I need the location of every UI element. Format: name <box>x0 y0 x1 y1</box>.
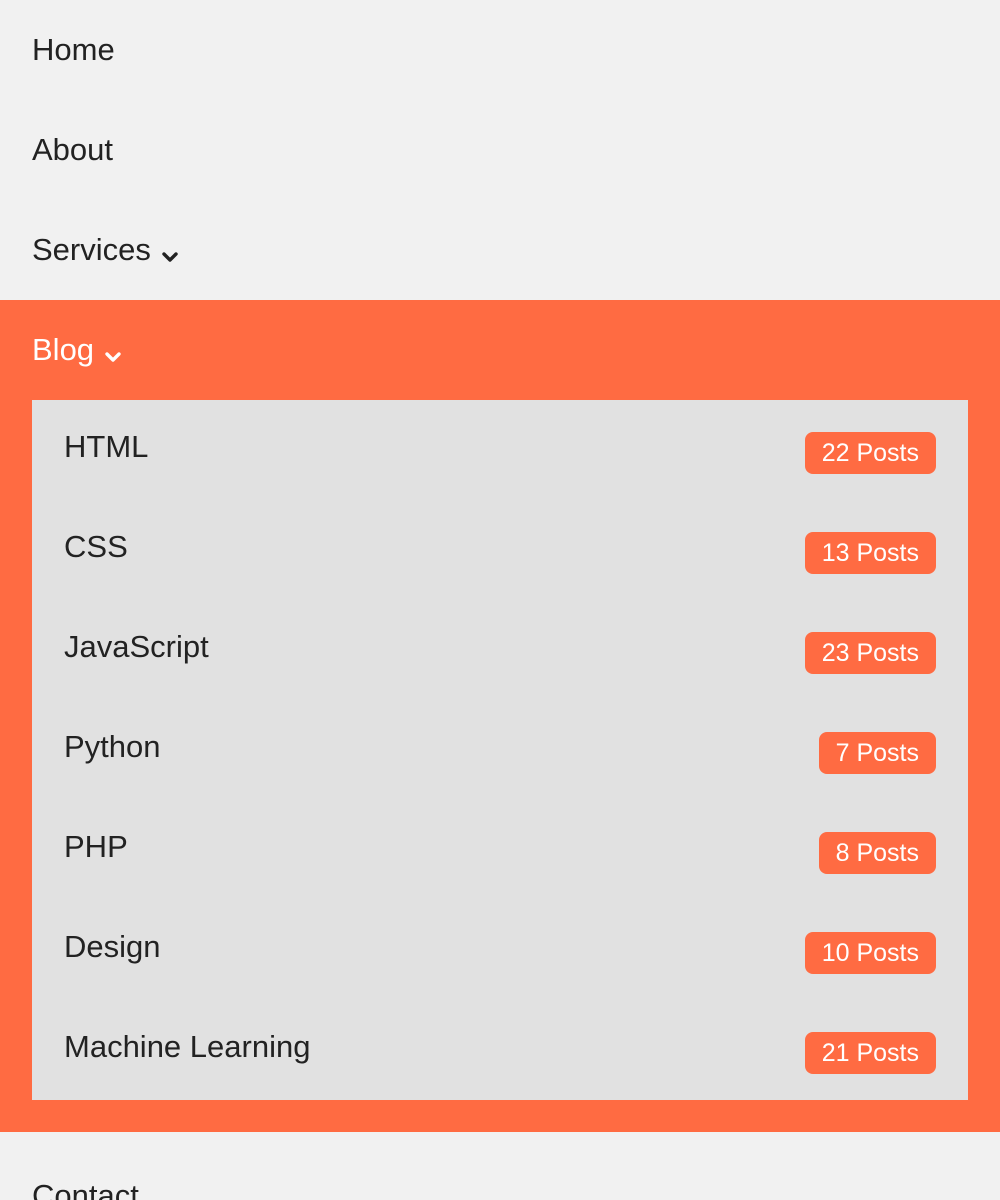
nav-item-blog-label: Blog <box>32 332 95 367</box>
post-count-badge: 22 Posts <box>804 432 936 474</box>
submenu-item-javascript[interactable]: JavaScript 23 Posts <box>32 600 968 700</box>
blog-submenu: HTML 22 Posts CSS 13 Posts JavaScript 23… <box>32 400 968 1100</box>
post-count-badge: 23 Posts <box>804 632 936 674</box>
nav-item-home[interactable]: Home <box>0 0 1000 100</box>
submenu-item-label: Design <box>64 929 161 964</box>
post-count-badge: 8 Posts <box>818 832 936 874</box>
nav-item-contact-label: Contact <box>32 1178 139 1200</box>
nav-item-services-label: Services <box>32 232 151 267</box>
submenu-item-design[interactable]: Design 10 Posts <box>32 900 968 1000</box>
blog-section: Blog HTML 22 Posts CSS 13 Posts JavaScri… <box>0 300 1000 1132</box>
nav-item-about-label: About <box>32 132 114 167</box>
nav-item-services[interactable]: Services <box>0 200 1000 300</box>
submenu-item-label: JavaScript <box>64 629 209 664</box>
submenu-item-label: HTML <box>64 429 149 464</box>
nav-item-home-label: Home <box>32 32 115 67</box>
post-count-badge: 21 Posts <box>804 1032 936 1074</box>
submenu-item-python[interactable]: Python 7 Posts <box>32 700 968 800</box>
chevron-down-icon <box>104 338 122 362</box>
nav-item-blog[interactable]: Blog <box>0 300 1000 400</box>
submenu-item-html[interactable]: HTML 22 Posts <box>32 400 968 500</box>
submenu-item-label: Machine Learning <box>64 1029 311 1064</box>
post-count-badge: 13 Posts <box>804 532 936 574</box>
side-menu: Home About Services Blog HTML 22 Posts C… <box>0 0 1000 1200</box>
submenu-item-machine-learning[interactable]: Machine Learning 21 Posts <box>32 1000 968 1100</box>
submenu-item-css[interactable]: CSS 13 Posts <box>32 500 968 600</box>
chevron-down-icon <box>161 238 179 262</box>
submenu-item-php[interactable]: PHP 8 Posts <box>32 800 968 900</box>
submenu-item-label: Python <box>64 729 161 764</box>
post-count-badge: 10 Posts <box>804 932 936 974</box>
post-count-badge: 7 Posts <box>818 732 936 774</box>
nav-item-about[interactable]: About <box>0 100 1000 200</box>
submenu-item-label: CSS <box>64 529 128 564</box>
submenu-item-label: PHP <box>64 829 128 864</box>
nav-item-contact[interactable]: Contact <box>0 1132 1000 1200</box>
